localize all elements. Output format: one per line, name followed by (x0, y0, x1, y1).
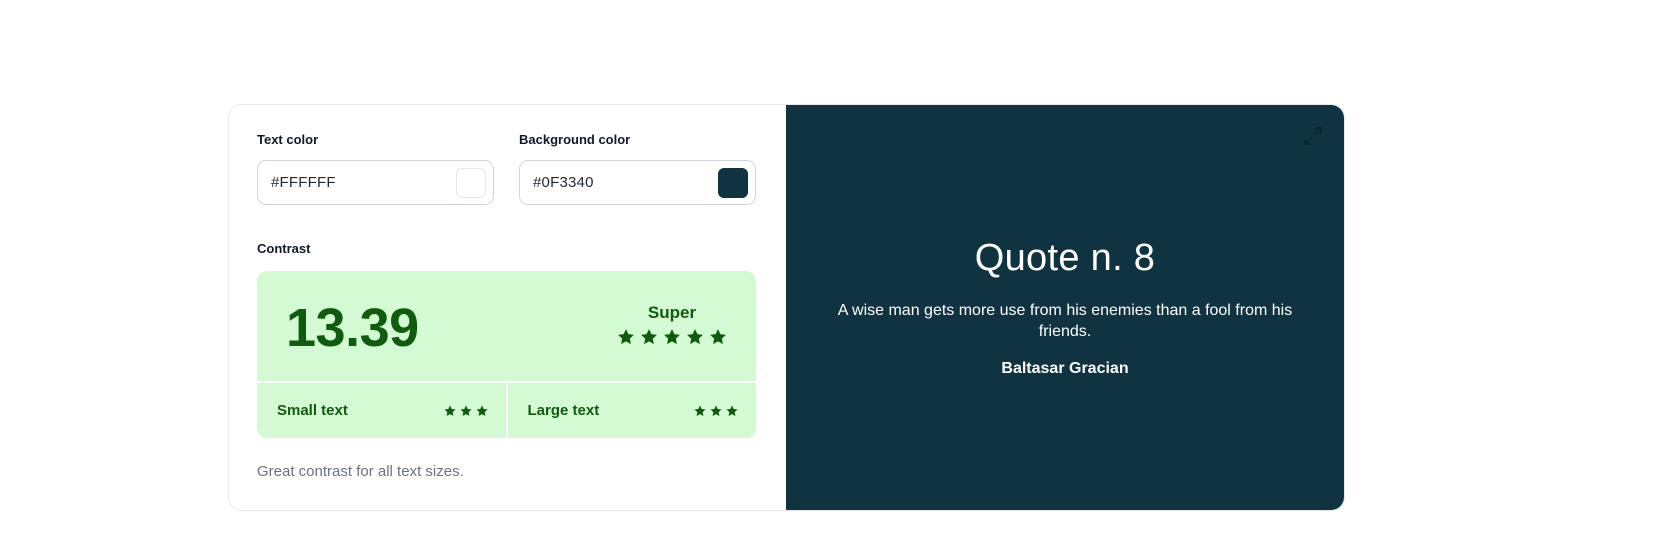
expand-icon[interactable] (1302, 125, 1324, 147)
controls-panel: Text color #FFFFFF Background color #0F3… (229, 105, 786, 510)
quote-author: Baltasar Gracian (1001, 360, 1129, 377)
quote-text: A wise man gets more use from his enemie… (837, 302, 1293, 340)
star-icon (710, 404, 722, 416)
star-icon (664, 329, 680, 345)
star-icon (443, 404, 456, 416)
text-color-label: Text color (257, 132, 319, 147)
contrast-label: Contrast (257, 241, 311, 256)
background-color-input[interactable]: #0F3340 (519, 160, 756, 205)
large-text-rating: Large text (505, 383, 757, 438)
large-text-label: Large text (527, 402, 600, 419)
contrast-result-box: 13.39 Super Small text Large text (257, 271, 756, 438)
star-icon (694, 404, 706, 416)
rating-stars (616, 327, 728, 347)
star-icon (475, 404, 488, 416)
star-icon (710, 329, 726, 345)
background-color-swatch[interactable] (718, 167, 748, 198)
text-color-swatch[interactable] (456, 167, 486, 198)
star-icon (687, 329, 703, 345)
quote-title: Quote n. 8 (974, 237, 1156, 279)
small-text-rating: Small text (257, 383, 506, 438)
text-color-value[interactable]: #FFFFFF (271, 174, 336, 191)
star-icon (726, 404, 738, 416)
star-icon (641, 329, 657, 345)
text-color-input[interactable]: #FFFFFF (257, 160, 494, 205)
rating-label: Super (647, 303, 697, 322)
contrast-ratio: 13.39 (286, 298, 419, 358)
preview-panel: Quote n. 8 A wise man gets more use from… (786, 105, 1344, 510)
contrast-rating: Super (616, 303, 728, 347)
contrast-summary: 13.39 Super (257, 271, 756, 381)
star-icon (618, 329, 634, 345)
small-text-stars (443, 404, 489, 418)
text-size-ratings: Small text Large text (257, 381, 756, 438)
contrast-checker-card: Text color #FFFFFF Background color #0F3… (228, 104, 1345, 511)
contrast-note: Great contrast for all text sizes. (257, 463, 464, 480)
large-text-stars (693, 404, 739, 418)
small-text-label: Small text (277, 402, 348, 419)
star-icon (459, 404, 472, 416)
background-color-value[interactable]: #0F3340 (533, 174, 594, 191)
background-color-label: Background color (519, 132, 631, 147)
